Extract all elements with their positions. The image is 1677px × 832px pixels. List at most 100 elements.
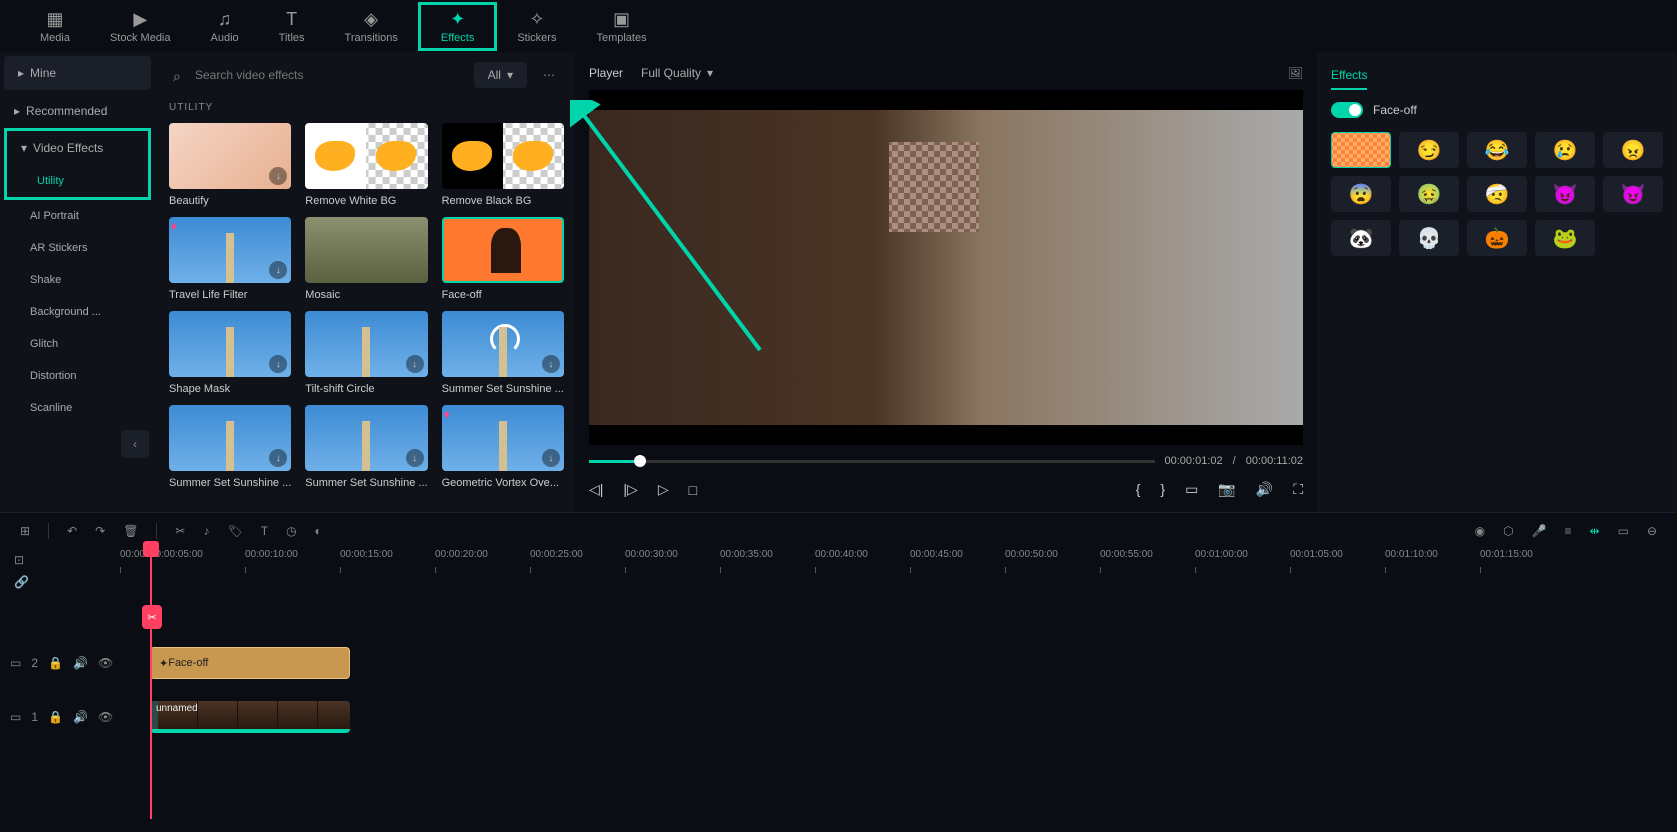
chevron-right-icon: ▸ [18,66,24,80]
filter-dropdown[interactable]: All▾ [474,62,527,88]
marker-icon[interactable]: ⬡ [1503,524,1513,538]
effect-tilt-shift-circle[interactable]: ↓Tilt-shift Circle [305,311,427,395]
clip-unnamed[interactable]: unnamed [150,701,350,733]
effect-summer-set-2[interactable]: ↓Summer Set Sunshine ... [169,405,291,489]
next-frame-button[interactable]: |▷ [623,481,637,498]
face-option-7[interactable]: 🤕 [1467,176,1527,212]
clip-faceoff[interactable]: ✦ Face-off [150,647,350,679]
nav-stickers[interactable]: ✧Stickers [497,5,576,48]
nav-stock-media[interactable]: ▶Stock Media [90,5,191,48]
mark-in-button[interactable]: { [1136,481,1141,498]
play-button[interactable]: ▷ [658,481,669,498]
face-option-9[interactable]: 😈 [1603,176,1663,212]
effect-shape-mask[interactable]: ↓Shape Mask [169,311,291,395]
stop-button[interactable]: □ [689,482,697,498]
speed-icon[interactable]: ◷ [286,524,296,538]
nav-templates[interactable]: ▣Templates [576,5,666,48]
playhead[interactable] [150,549,152,819]
face-option-1[interactable]: 😏 [1399,132,1459,168]
timeline-view-icon[interactable]: ⊡ [14,553,29,567]
delete-button[interactable]: 🗑 [123,524,138,538]
nav-transitions[interactable]: ◈Transitions [325,5,418,48]
mute-icon[interactable]: 🔊 [73,710,88,724]
face-option-10[interactable]: 🐼 [1331,220,1391,256]
audio-edit-icon[interactable]: ♪ [203,524,209,538]
nav-effects[interactable]: ✦Effects [418,2,497,51]
sidebar-shake[interactable]: Shake [0,264,155,296]
sidebar-mine[interactable]: ▸Mine [4,56,151,90]
sidebar-ai-portrait[interactable]: AI Portrait [0,200,155,232]
face-option-4[interactable]: 😠 [1603,132,1663,168]
tag-icon[interactable]: 🏷 [227,524,242,538]
zoom-out-icon[interactable]: ⊖ [1647,524,1657,538]
nav-audio[interactable]: ♫Audio [191,5,259,48]
cut-button[interactable]: ✂ [175,524,185,538]
quality-dropdown[interactable]: Full Quality▾ [637,62,717,84]
face-option-13[interactable]: 🐸 [1535,220,1595,256]
grid-icon[interactable]: ⊞ [20,524,30,538]
prev-frame-button[interactable]: ◁| [589,481,603,498]
camera-icon[interactable]: 📷 [1218,481,1235,498]
undo-button[interactable]: ↶ [67,524,77,538]
mute-icon[interactable]: 🔊 [73,656,88,670]
redo-button[interactable]: ↷ [95,524,105,538]
snapshot-icon[interactable]: 🖼 [1288,66,1303,80]
search-input[interactable] [169,62,356,88]
effect-summer-set-3[interactable]: ↓Summer Set Sunshine ... [305,405,427,489]
fullscreen-icon[interactable]: ⛶ [1293,481,1303,498]
face-option-2[interactable]: 😂 [1467,132,1527,168]
sidebar-utility[interactable]: Utility [7,165,148,197]
playback-progress[interactable] [589,460,1155,463]
link-icon[interactable]: 🔗 [14,575,29,589]
face-option-3[interactable]: 😢 [1535,132,1595,168]
sidebar-scanline[interactable]: Scanline [0,392,155,424]
sidebar-collapse-button[interactable]: ‹ [121,430,149,458]
mixer-icon[interactable]: ≡ [1565,524,1572,538]
visibility-icon[interactable]: 👁 [98,656,113,670]
more-button[interactable]: ⋯ [537,68,561,82]
nav-titles[interactable]: TTitles [259,5,325,48]
more-icon: ⋯ [543,68,555,82]
face-option-5[interactable]: 😨 [1331,176,1391,212]
render-icon[interactable]: ◉ [1475,524,1485,538]
effect-geometric-vortex[interactable]: ♦↓Geometric Vortex Ove... [442,405,564,489]
sidebar-background-label: Background ... [30,306,101,318]
download-icon: ↓ [406,449,424,467]
face-option-12[interactable]: 🎃 [1467,220,1527,256]
sidebar-ar-stickers[interactable]: AR Stickers [0,232,155,264]
face-option-8[interactable]: 😈 [1535,176,1595,212]
effect-summer-set-1[interactable]: ↓Summer Set Sunshine ... [442,311,564,395]
effect-face-off[interactable]: Face-off [442,217,564,301]
face-option-11[interactable]: 💀 [1399,220,1459,256]
color-icon[interactable]: ◐ [315,524,322,538]
lock-icon[interactable]: 🔒 [48,710,63,724]
effect-remove-white-bg[interactable]: Remove White BG [305,123,427,207]
sidebar-distortion[interactable]: Distortion [0,360,155,392]
face-option-mosaic[interactable] [1331,132,1391,168]
nav-media[interactable]: ▦Media [20,5,90,48]
effect-mosaic[interactable]: Mosaic [305,217,427,301]
mark-out-button[interactable]: } [1160,481,1165,498]
time-ruler[interactable]: 00:00 00:00:05:00 00:00:10:00 00:00:15:0… [120,549,1677,573]
effect-beautify[interactable]: ↓Beautify [169,123,291,207]
volume-icon[interactable]: 🔊 [1256,481,1273,498]
sidebar-video-effects[interactable]: ▾Video Effects [7,131,148,165]
display-button[interactable]: ▭ [1185,481,1198,498]
faceoff-toggle[interactable] [1331,102,1363,118]
text-icon[interactable]: T [261,524,268,538]
video-preview[interactable] [589,90,1303,445]
face-option-6[interactable]: 🤢 [1399,176,1459,212]
tab-effects[interactable]: Effects [1331,62,1367,90]
snap-icon[interactable]: ⇹ [1590,524,1600,538]
fit-icon[interactable]: ▭ [1618,524,1629,538]
sidebar-recommended[interactable]: ▸Recommended [0,94,155,128]
effect-travel-life-filter[interactable]: ♦↓Travel Life Filter [169,217,291,301]
split-marker[interactable]: ✂ [142,605,162,629]
effect-remove-black-bg[interactable]: Remove Black BG [442,123,564,207]
section-utility-title: UTILITY [169,102,561,113]
visibility-icon[interactable]: 👁 [98,710,113,724]
sidebar-glitch[interactable]: Glitch [0,328,155,360]
mic-icon[interactable]: 🎤 [1532,524,1547,538]
sidebar-background[interactable]: Background ... [0,296,155,328]
lock-icon[interactable]: 🔒 [48,656,63,670]
